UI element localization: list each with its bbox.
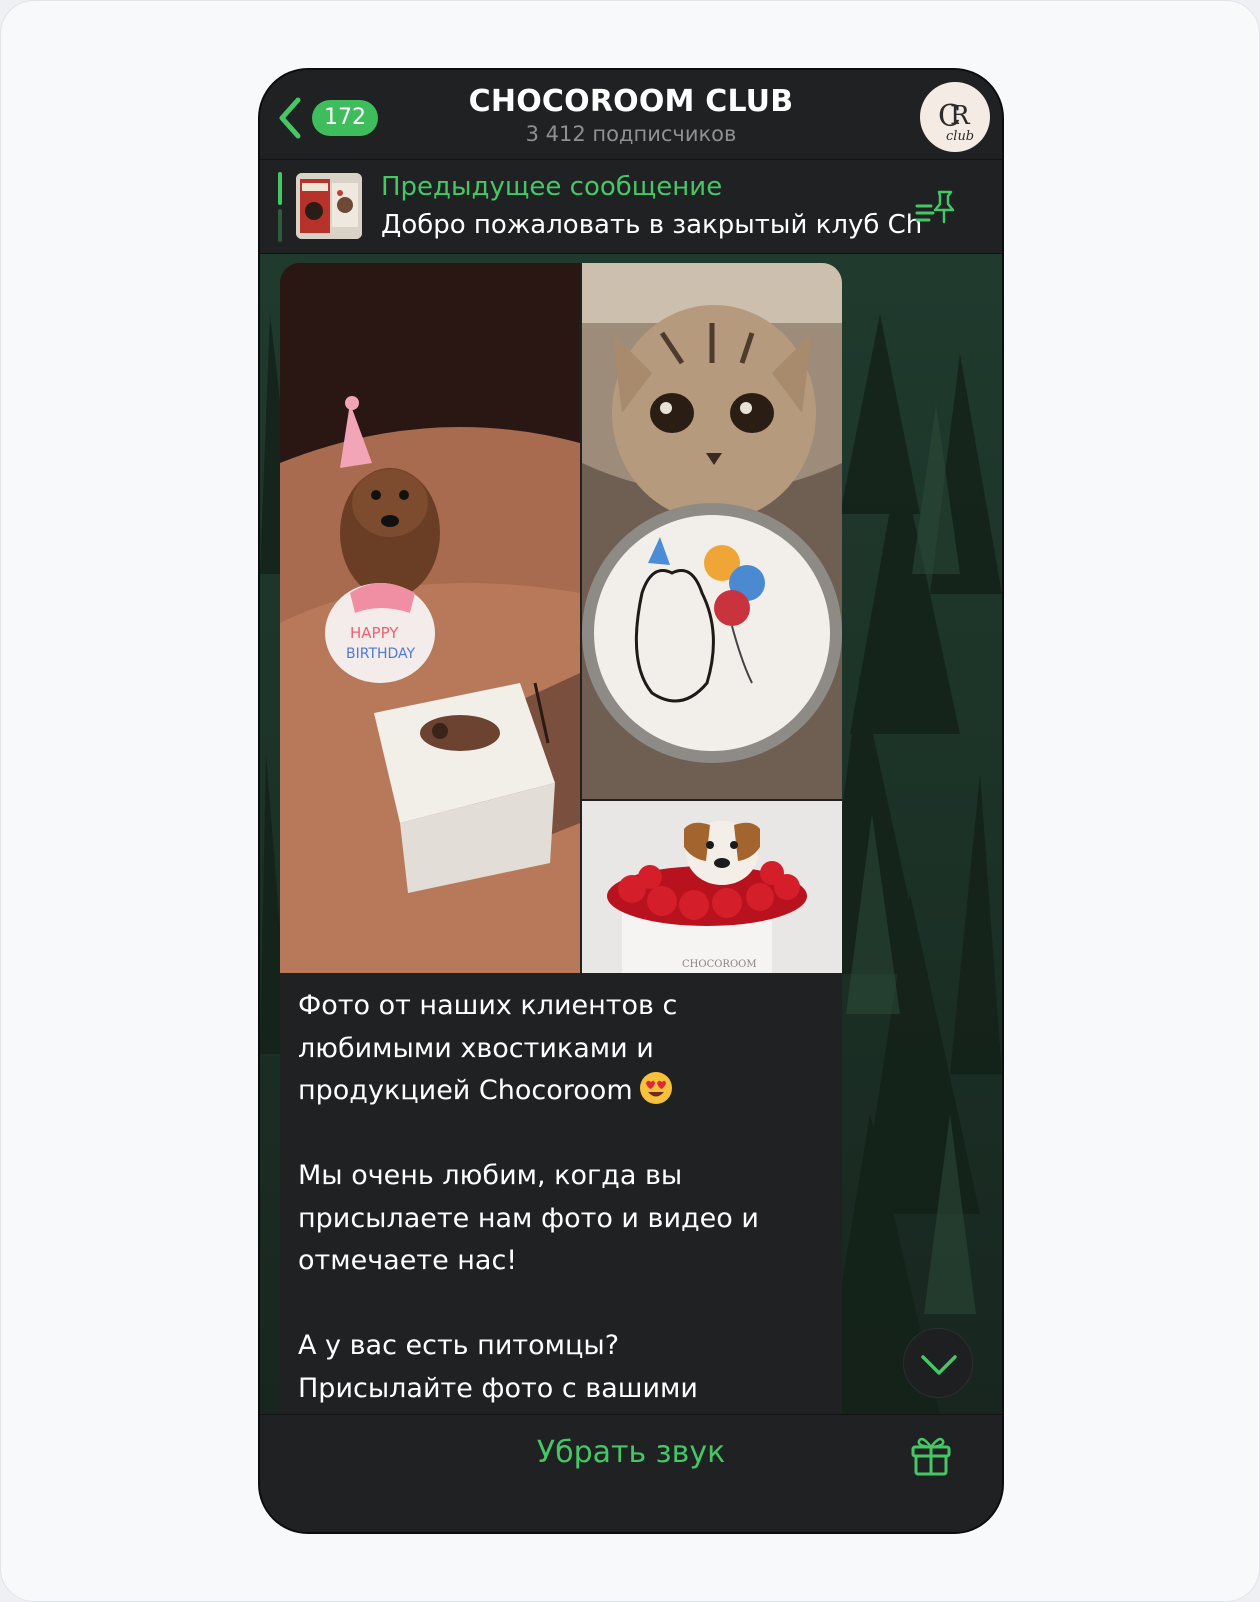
chevron-left-icon xyxy=(279,97,301,139)
pinned-message-bar[interactable]: Предыдущее сообщение Добро пожаловать в … xyxy=(260,160,1002,254)
svg-text:R: R xyxy=(950,101,971,131)
dog-roses-box-photo[interactable]: CHOCOROOM xyxy=(582,801,842,973)
telegram-channel-screen: 172 CHOCOROOM CLUB 3 412 подписчиков C R… xyxy=(260,70,1002,1532)
pinned-position-indicator xyxy=(278,172,282,242)
post-text-line: любимыми хвостиками и xyxy=(298,1032,654,1064)
mute-button[interactable]: Убрать звук xyxy=(410,1435,852,1470)
screenshot-frame: 172 CHOCOROOM CLUB 3 412 подписчиков C R… xyxy=(0,0,1260,1602)
chat-header: 172 CHOCOROOM CLUB 3 412 подписчиков C R… xyxy=(260,70,1002,160)
post-text-line: Фото от наших клиентов с xyxy=(298,990,678,1021)
gift-icon[interactable] xyxy=(908,1431,954,1477)
cr-club-logo-icon: C R club xyxy=(938,99,974,144)
post-text-line: отмечаете нас! xyxy=(298,1245,518,1276)
pinned-label: Предыдущее сообщение xyxy=(381,172,723,202)
unread-count-badge: 172 xyxy=(312,100,378,136)
back-button[interactable]: 172 xyxy=(270,92,380,142)
post-text-line: Мы очень любим, когда вы xyxy=(298,1160,683,1191)
post-text-fragment: продукцией Chocoroom xyxy=(298,1075,633,1106)
post-text-line: Присылайте фото с вашими xyxy=(298,1372,698,1404)
post-text-line: продукцией Chocoroom xyxy=(298,1070,828,1113)
channel-post[interactable]: HAPPY BIRTHDAY CHOCOROOM Фото от наших к… xyxy=(280,263,842,1414)
chat-area[interactable]: HAPPY BIRTHDAY CHOCOROOM Фото от наших к… xyxy=(260,254,1002,1414)
channel-avatar[interactable]: C R club xyxy=(920,82,990,152)
svg-text:CHOCOROOM: CHOCOROOM xyxy=(682,959,757,970)
post-text: Фото от наших клиентов с любимыми хвости… xyxy=(298,985,828,1410)
subscriber-count: 3 412 подписчиков xyxy=(525,122,737,146)
svg-text:club: club xyxy=(946,129,974,144)
cat-bento-cake-photo[interactable] xyxy=(582,263,842,799)
pinned-list-icon[interactable] xyxy=(915,188,955,228)
dog-birthday-cake-photo[interactable]: HAPPY BIRTHDAY xyxy=(280,263,580,973)
bottom-bar: Убрать звук xyxy=(260,1414,1002,1532)
pinned-thumbnail xyxy=(296,173,362,239)
chevron-down-icon xyxy=(921,1355,957,1375)
svg-text:HAPPY: HAPPY xyxy=(350,624,399,642)
pinned-preview-text: Добро пожаловать в закрытый клуб Ch... xyxy=(381,210,921,240)
heart-eyes-emoji-icon xyxy=(639,1072,672,1104)
svg-text:BIRTHDAY: BIRTHDAY xyxy=(346,646,416,662)
post-text-line: А у вас есть питомцы? xyxy=(298,1330,620,1361)
channel-title[interactable]: CHOCOROOM CLUB xyxy=(410,84,852,119)
scroll-to-bottom-button[interactable] xyxy=(903,1328,973,1398)
post-text-line: присылаете нам фото и видео и xyxy=(298,1202,759,1234)
